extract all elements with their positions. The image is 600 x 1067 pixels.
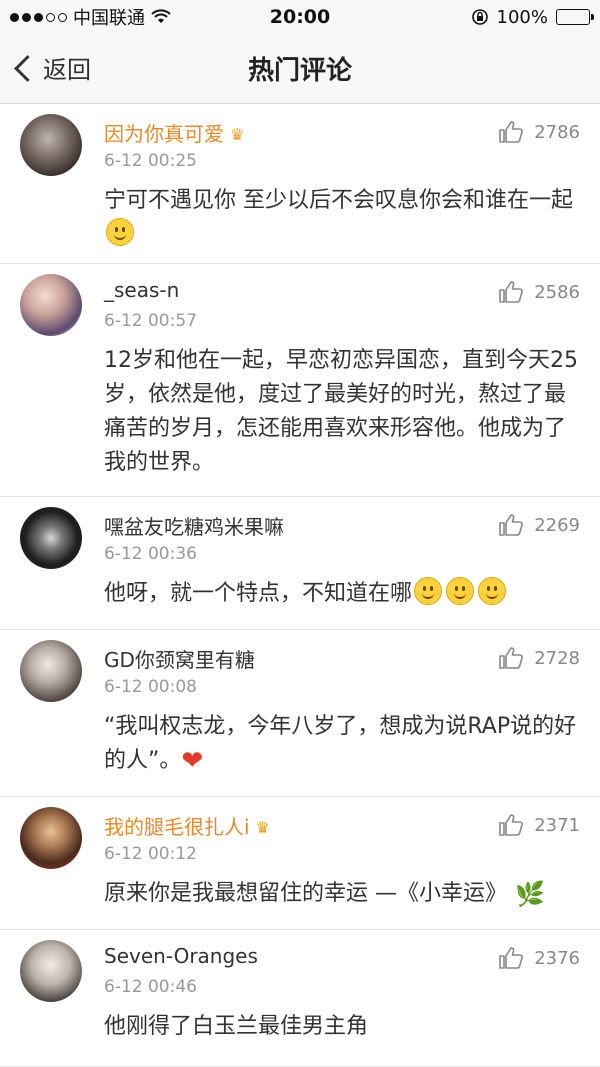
- avatar[interactable]: [20, 807, 82, 869]
- orientation-lock-icon: [471, 9, 488, 25]
- comment-item: 因为你真可爱 ♛ 6-12 00:25 2786 宁可不遇见你 至少以后不会叹息你…: [0, 104, 600, 264]
- smile-emoji-icon: [478, 577, 507, 605]
- comment-username[interactable]: 嘿盆友吃糖鸡米果嘛: [104, 511, 284, 540]
- like-count: 2786: [534, 121, 580, 143]
- comment-time: 6-12 00:57: [104, 311, 197, 331]
- vip-crown-icon: ♛: [255, 818, 270, 837]
- heart-emoji-icon: ❤: [181, 746, 204, 776]
- comment-time: 6-12 00:12: [104, 844, 197, 864]
- comment-text: 他刚得了白玉兰最佳男主角: [104, 1014, 369, 1039]
- carrier-name: 中国联通: [73, 8, 145, 29]
- comment-time: 6-12 00:25: [104, 151, 197, 171]
- like-button[interactable]: 2786: [498, 120, 580, 144]
- battery-icon: [556, 9, 594, 25]
- nav-bar: 返回 热门评论: [0, 34, 600, 104]
- status-bar: 中国联通 20:00 100%: [0, 0, 600, 34]
- like-button[interactable]: 2586: [498, 280, 580, 304]
- comment-text: 原来你是我最想留住的幸运 —《小幸运》 🌿: [104, 880, 545, 908]
- avatar[interactable]: [20, 507, 82, 569]
- comment-list: 因为你真可爱 ♛ 6-12 00:25 2786 宁可不遇见你 至少以后不会叹息你…: [0, 104, 600, 1067]
- like-button[interactable]: 2371: [498, 813, 580, 837]
- comment-item: _seas-n 6-12 00:57 2586 12岁和他在一起，早恋初恋异国恋…: [0, 264, 600, 497]
- comment-time: 6-12 00:36: [104, 544, 197, 564]
- thumbs-up-icon: [499, 947, 524, 969]
- signal-strength-icon: [10, 12, 67, 22]
- comment-text: 宁可不遇见你 至少以后不会叹息你会和谁在一起: [104, 184, 578, 252]
- page-title: 热门评论: [247, 56, 352, 86]
- avatar[interactable]: [20, 940, 82, 1002]
- like-count: 2586: [534, 281, 580, 303]
- comment-text: “我叫权志龙，今年八岁了，想成为说RAP说的好的人”。❤: [104, 714, 577, 776]
- wifi-icon: [151, 9, 171, 23]
- avatar[interactable]: [20, 274, 82, 336]
- thumbs-up-icon: [499, 647, 524, 669]
- comment-username[interactable]: 我的腿毛很扎人i ♛: [104, 811, 270, 840]
- status-bar-left: 中国联通: [10, 4, 171, 30]
- avatar[interactable]: [20, 114, 82, 176]
- comment-username[interactable]: GD你颈窝里有糖: [104, 644, 255, 673]
- thumbs-up-icon: [499, 814, 524, 836]
- comment-time: 6-12 00:08: [104, 677, 197, 697]
- like-button[interactable]: 2269: [498, 513, 580, 537]
- comment-time: 6-12 00:46: [104, 977, 197, 997]
- comment-item: 嘿盆友吃糖鸡米果嘛 6-12 00:36 2269 他呀，就一个特点，不知道在哪: [0, 497, 600, 630]
- comment-text: 12岁和他在一起，早恋初恋异国恋，直到今天25岁，依然是他，度过了最美好的时光，…: [104, 348, 578, 475]
- like-count: 2376: [534, 947, 580, 969]
- smile-emoji-icon: [106, 218, 134, 246]
- thumbs-up-icon: [499, 121, 524, 143]
- like-button[interactable]: 2728: [498, 646, 580, 670]
- like-count: 2269: [534, 514, 580, 536]
- thumbs-up-icon: [499, 281, 524, 303]
- thumbs-up-icon: [499, 514, 524, 536]
- comment-item: Seven-Oranges 6-12 00:46 2376 他刚得了白玉兰最佳男…: [0, 930, 600, 1067]
- like-count: 2728: [534, 647, 580, 669]
- comment-text: 他呀，就一个特点，不知道在哪: [104, 577, 578, 611]
- smile-emoji-icon: [446, 577, 475, 605]
- comment-username[interactable]: _seas-n: [104, 278, 179, 302]
- comment-username[interactable]: 因为你真可爱 ♛: [104, 118, 244, 147]
- comment-item: 我的腿毛很扎人i ♛ 6-12 00:12 2371 原来你是我最想留住的幸运 —…: [0, 797, 600, 930]
- avatar[interactable]: [20, 640, 82, 702]
- smile-emoji-icon: [414, 577, 443, 605]
- leaf-emoji-icon: 🌿: [515, 880, 545, 908]
- vip-crown-icon: ♛: [230, 125, 245, 144]
- like-button[interactable]: 2376: [498, 946, 580, 970]
- like-count: 2371: [534, 814, 580, 836]
- comment-item: GD你颈窝里有糖 6-12 00:08 2728 “我叫权志龙，今年八岁了，想成…: [0, 630, 600, 797]
- status-bar-right: 100%: [471, 6, 594, 28]
- battery-percent: 100%: [496, 6, 548, 28]
- comment-username[interactable]: Seven-Oranges: [104, 944, 258, 968]
